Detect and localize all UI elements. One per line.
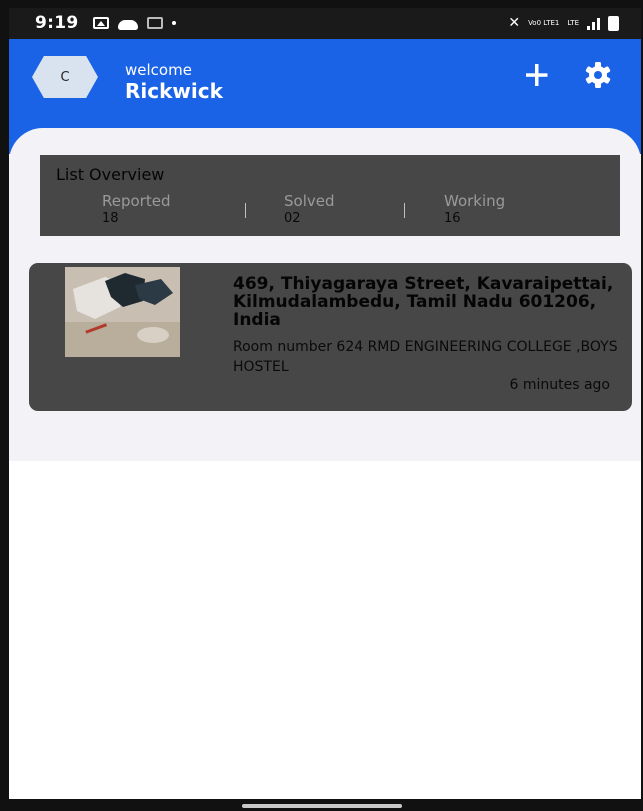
stat-working[interactable]: Working 16 xyxy=(444,192,505,226)
stat-value: 02 xyxy=(284,211,301,226)
divider xyxy=(245,203,246,218)
more-dot-icon xyxy=(172,21,176,25)
settings-button[interactable] xyxy=(582,59,614,91)
username: Rickwick xyxy=(125,79,223,103)
network-label: Vo0 LTE1 xyxy=(528,19,560,27)
home-indicator[interactable] xyxy=(242,804,402,808)
phone-screen: 9:19 ✕ Vo0 LTE1 LTE C welcome Rickwick L… xyxy=(0,0,643,811)
stat-value: 18 xyxy=(102,211,119,226)
stat-label: Working xyxy=(444,192,506,210)
avatar[interactable]: C xyxy=(32,56,98,98)
report-card[interactable]: 469, Thiyagaraya Street, Kavaraipettai, … xyxy=(29,263,632,411)
mail-icon xyxy=(147,17,163,29)
plus-icon xyxy=(526,64,548,86)
stat-value: 16 xyxy=(444,211,461,226)
notification-icons xyxy=(93,12,176,34)
stat-solved[interactable]: Solved 02 xyxy=(284,192,335,226)
report-address: 469, Thiyagaraya Street, Kavaraipettai, … xyxy=(233,274,614,330)
status-bar: 9:19 ✕ Vo0 LTE1 LTE xyxy=(9,8,641,39)
mute-icon: ✕ xyxy=(508,15,521,31)
divider xyxy=(404,203,405,218)
stat-label: Reported xyxy=(102,192,171,210)
report-time: 6 minutes ago xyxy=(509,377,610,393)
cloud-icon xyxy=(118,20,138,30)
report-photo xyxy=(65,267,180,357)
signal-icon xyxy=(587,16,600,30)
add-report-button[interactable] xyxy=(521,59,553,91)
stat-label: Solved xyxy=(284,192,335,210)
main-content: List Overview Reported 18 Solved 02 Work… xyxy=(9,128,641,461)
battery-icon xyxy=(608,15,619,31)
image-icon xyxy=(93,17,109,29)
lte-label: LTE xyxy=(567,19,579,27)
welcome-text: welcome xyxy=(125,61,192,79)
system-icons: ✕ Vo0 LTE1 LTE xyxy=(508,12,619,34)
overview-title: List Overview xyxy=(56,165,165,184)
report-room: Room number 624 RMD ENGINEERING COLLEGE … xyxy=(233,339,618,375)
frame-edge xyxy=(0,0,9,811)
gear-icon xyxy=(585,62,611,88)
list-overview-card: List Overview Reported 18 Solved 02 Work… xyxy=(40,155,620,236)
stat-reported[interactable]: Reported 18 xyxy=(102,192,170,226)
status-time: 9:19 xyxy=(35,13,79,33)
frame-edge xyxy=(0,0,643,8)
navigation-bar xyxy=(0,799,643,811)
